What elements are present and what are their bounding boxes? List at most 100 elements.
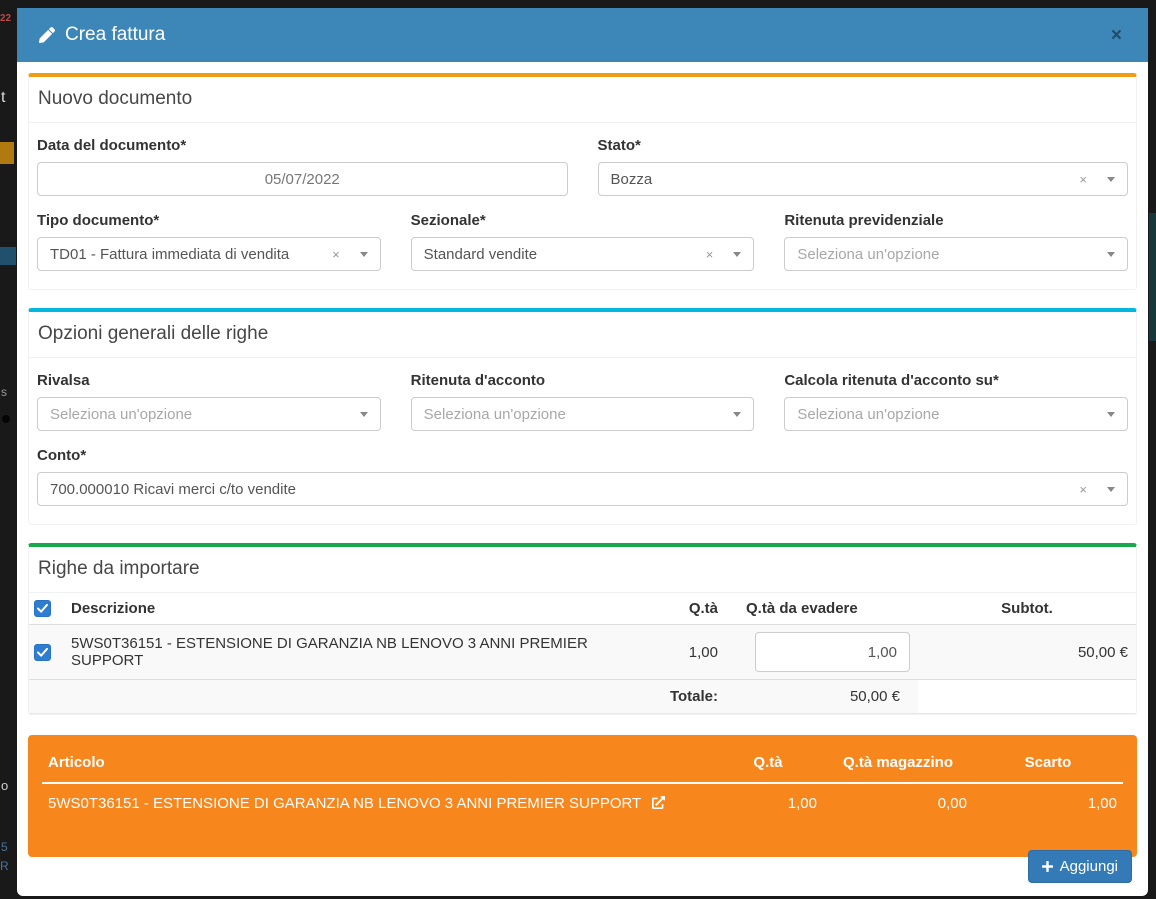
selected-value: Bozza: [611, 171, 1072, 188]
conto-select[interactable]: 700.000010 Ricavi merci c/to vendite ×: [37, 472, 1128, 506]
backdrop-fragment: 22: [0, 14, 11, 24]
field-label: Calcola ritenuta d'acconto su*: [784, 372, 1128, 389]
pencil-icon: [39, 27, 55, 43]
selected-value: 700.000010 Ricavi merci c/to vendite: [50, 481, 1071, 498]
field-label: Ritenuta previdenziale: [784, 212, 1128, 229]
plus-icon: [1042, 861, 1053, 872]
table-row: 5WS0T36151 - ESTENSIONE DI GARANZIA NB L…: [42, 783, 1123, 823]
caret-down-icon: [360, 412, 368, 417]
backdrop-artifact: [0, 247, 16, 265]
clear-x-icon[interactable]: ×: [706, 248, 714, 261]
cell-qta: 1,00: [713, 783, 823, 823]
select-all-checkbox[interactable]: [34, 600, 51, 617]
section-title: Opzioni generali delle righe: [29, 312, 1136, 358]
cell-scarto: 1,00: [973, 783, 1123, 823]
backdrop-artifact: [2, 415, 10, 423]
field-label: Stato*: [598, 137, 1129, 154]
backdrop-artifact: [0, 142, 14, 164]
field-label: Rivalsa: [37, 372, 381, 389]
sezionale-select[interactable]: Standard vendite ×: [411, 237, 755, 271]
field-label: Conto*: [37, 447, 1128, 464]
backdrop-artifact: [1149, 213, 1156, 341]
placeholder-value: Seleziona un'opzione: [50, 406, 360, 423]
table-row: 5WS0T36151 - ESTENSIONE DI GARANZIA NB L…: [29, 625, 1136, 680]
placeholder-value: Seleziona un'opzione: [424, 406, 734, 423]
col-header-subtot: Subtot.: [918, 593, 1136, 625]
backdrop-fragment: R: [0, 860, 9, 872]
field-ritenuta-acconto: Ritenuta d'acconto Seleziona un'opzione: [411, 372, 755, 431]
backdrop-fragment: 5: [1, 841, 8, 853]
articoli-table: Articolo Q.tà Q.tà magazzino Scarto 5WS0…: [42, 743, 1123, 823]
field-ritenuta-previdenziale: Ritenuta previdenziale Seleziona un'opzi…: [784, 212, 1128, 271]
modal-title: Crea fattura: [65, 24, 165, 46]
caret-down-icon: [1107, 252, 1115, 257]
field-sezionale: Sezionale* Standard vendite ×: [411, 212, 755, 271]
data-documento-input[interactable]: [37, 162, 568, 196]
caret-down-icon: [360, 252, 368, 257]
aggiungi-label: Aggiungi: [1060, 858, 1118, 875]
backdrop-fragment: o: [1, 779, 8, 792]
cell-qta-magazzino: 0,00: [823, 783, 973, 823]
field-label: Tipo documento*: [37, 212, 381, 229]
cell-articolo: 5WS0T36151 - ESTENSIONE DI GARANZIA NB L…: [42, 783, 713, 823]
modal-body: Nuovo documento Data del documento* Stat…: [17, 62, 1148, 896]
cell-qta: 1,00: [648, 625, 738, 680]
articolo-text: 5WS0T36151 - ESTENSIONE DI GARANZIA NB L…: [48, 795, 641, 812]
articoli-header-row: Articolo Q.tà Q.tà magazzino Scarto: [42, 743, 1123, 783]
col-header-scarto: Scarto: [973, 743, 1123, 783]
section-opzioni-generali: Opzioni generali delle righe Rivalsa Sel…: [28, 308, 1137, 525]
col-header-qta-magazzino: Q.tà magazzino: [823, 743, 973, 783]
backdrop-fragment: s: [1, 386, 7, 398]
field-label: Data del documento*: [37, 137, 568, 154]
col-header-qta: Q.tà: [648, 593, 738, 625]
backdrop-fragment: t: [1, 90, 5, 106]
close-icon[interactable]: ×: [1107, 24, 1126, 47]
aggiungi-button[interactable]: Aggiungi: [1028, 850, 1132, 883]
col-header-articolo: Articolo: [42, 743, 713, 783]
field-data-documento: Data del documento*: [37, 137, 568, 196]
caret-down-icon: [1107, 487, 1115, 492]
righe-table: Descrizione Q.tà Q.tà da evadere Subtot.: [29, 593, 1136, 714]
ritenuta-acconto-select[interactable]: Seleziona un'opzione: [411, 397, 755, 431]
caret-down-icon: [733, 252, 741, 257]
totale-row: Totale: 50,00 €: [29, 680, 1136, 714]
box-arrow-up-right-icon[interactable]: [652, 796, 665, 809]
col-header-descrizione: Descrizione: [63, 593, 648, 625]
ritenuta-previdenziale-select[interactable]: Seleziona un'opzione: [784, 237, 1128, 271]
clear-x-icon[interactable]: ×: [332, 248, 340, 261]
caret-down-icon: [733, 412, 741, 417]
selected-value: Standard vendite: [424, 246, 698, 263]
section-nuovo-documento: Nuovo documento Data del documento* Stat…: [28, 73, 1137, 290]
calcola-ritenuta-select[interactable]: Seleziona un'opzione: [784, 397, 1128, 431]
row-checkbox[interactable]: [34, 644, 51, 661]
tipo-documento-select[interactable]: TD01 - Fattura immediata di vendita ×: [37, 237, 381, 271]
field-rivalsa: Rivalsa Seleziona un'opzione: [37, 372, 381, 431]
selected-value: TD01 - Fattura immediata di vendita: [50, 246, 324, 263]
caret-down-icon: [1107, 177, 1115, 182]
field-conto: Conto* 700.000010 Ricavi merci c/to vend…: [37, 447, 1128, 506]
placeholder-value: Seleziona un'opzione: [797, 246, 1107, 263]
field-label: Ritenuta d'acconto: [411, 372, 755, 389]
rivalsa-select[interactable]: Seleziona un'opzione: [37, 397, 381, 431]
cell-subtot: 50,00 €: [918, 625, 1136, 680]
totale-label: Totale:: [29, 680, 738, 714]
placeholder-value: Seleziona un'opzione: [797, 406, 1107, 423]
clear-x-icon[interactable]: ×: [1079, 483, 1087, 496]
clear-x-icon[interactable]: ×: [1079, 173, 1087, 186]
section-righe-da-importare: Righe da importare Descrizione Q.tà Q.tà…: [28, 543, 1137, 715]
crea-fattura-modal: Crea fattura × Nuovo documento Data del …: [17, 8, 1148, 896]
modal-header: Crea fattura ×: [17, 8, 1148, 62]
section-title: Righe da importare: [29, 547, 1136, 593]
stato-select[interactable]: Bozza ×: [598, 162, 1129, 196]
righe-header-row: Descrizione Q.tà Q.tà da evadere Subtot.: [29, 593, 1136, 625]
section-title: Nuovo documento: [29, 77, 1136, 123]
cell-descrizione: 5WS0T36151 - ESTENSIONE DI GARANZIA NB L…: [63, 625, 648, 680]
totale-value: 50,00 €: [738, 680, 918, 714]
field-calcola-ritenuta: Calcola ritenuta d'acconto su* Seleziona…: [784, 372, 1128, 431]
col-header-qta: Q.tà: [713, 743, 823, 783]
articoli-panel: Articolo Q.tà Q.tà magazzino Scarto 5WS0…: [28, 735, 1137, 857]
qta-da-evadere-input[interactable]: [755, 632, 910, 672]
field-stato: Stato* Bozza ×: [598, 137, 1129, 196]
caret-down-icon: [1107, 412, 1115, 417]
field-label: Sezionale*: [411, 212, 755, 229]
